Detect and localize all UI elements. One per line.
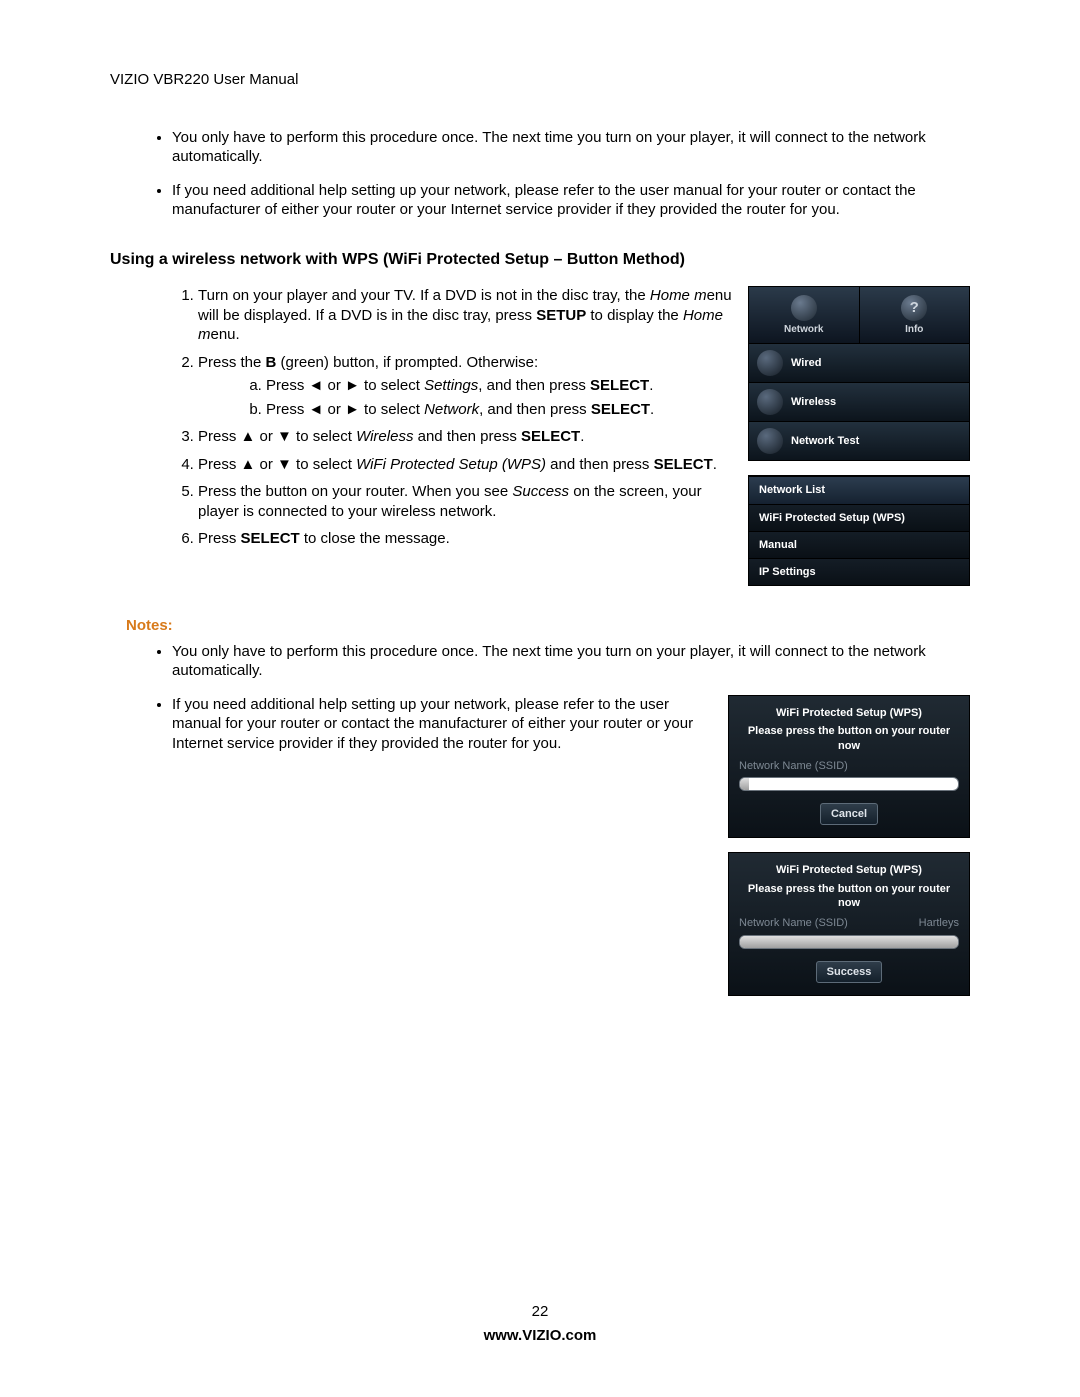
t: Press the [198,354,266,371]
top-bullet-list: You only have to perform this procedure … [172,128,970,220]
progress-bar [739,935,959,949]
t: Press ◄ or ► to select [266,401,424,418]
dialog-title: WiFi Protected Setup (WPS) [739,863,959,877]
t: SELECT [591,401,650,418]
step-6: Press SELECT to close the message. [198,529,732,549]
ssid-label: Network Name (SSID) [739,759,848,773]
t: Turn on your player and your TV. If a DV… [198,287,650,304]
menu-tab-info[interactable]: ? Info [860,287,970,343]
tab-label: Network [784,323,823,336]
screenshot-wps-success: WiFi Protected Setup (WPS) Please press … [728,852,970,995]
list-item-networklist[interactable]: Network List [749,476,969,503]
list-item-ipsettings[interactable]: IP Settings [749,558,969,585]
t: Press [198,530,241,547]
steps-list: Turn on your player and your TV. If a DV… [198,286,732,549]
screenshot-wireless-list: Network List WiFi Protected Setup (WPS) … [748,475,970,586]
step-4: Press ▲ or ▼ to select WiFi Protected Se… [198,455,732,475]
step-1: Turn on your player and your TV. If a DV… [198,286,732,345]
t: SELECT [521,428,580,445]
t: . [649,377,653,394]
notes-heading: Notes: [126,616,970,636]
t: enu. [211,326,240,343]
wireless-icon [757,389,783,415]
row-label: Wired [791,356,821,370]
section-heading: Using a wireless network with WPS (WiFi … [110,250,970,271]
cancel-button[interactable]: Cancel [820,803,878,825]
notes-bullet-1: You only have to perform this procedure … [172,642,970,681]
tab-label: Info [905,323,923,336]
step-2a: Press ◄ or ► to select Settings, and the… [266,376,732,396]
notes-bullet-2: If you need additional help setting up y… [172,695,712,754]
t: SELECT [654,456,713,473]
step-5: Press the button on your router. When yo… [198,482,732,521]
t: Press ◄ or ► to select [266,377,424,394]
screenshot-wps-cancel: WiFi Protected Setup (WPS) Please press … [728,695,970,838]
t: to display the [586,307,683,324]
globe-icon [791,295,817,321]
menu-row-wired[interactable]: Wired [749,343,969,382]
step-2b: Press ◄ or ► to select Network, and then… [266,400,732,420]
t: and then press [546,456,654,473]
t: Press the button on your router. When yo… [198,483,512,500]
t: SETUP [536,307,586,324]
notes-bullet-list: You only have to perform this procedure … [172,642,970,681]
dialog-subtitle: Please press the button on your router n… [739,882,959,911]
t: Success [512,483,569,500]
step-2: Press the B (green) button, if prompted.… [198,353,732,420]
menu-row-wireless[interactable]: Wireless [749,382,969,421]
ssid-value: Hartleys [919,916,959,930]
doc-header: VIZIO VBR220 User Manual [110,70,970,90]
progress-bar [739,777,959,791]
t: Press ▲ or ▼ to select [198,456,356,473]
top-bullet-1: You only have to perform this procedure … [172,128,970,167]
t: SELECT [590,377,649,394]
question-icon: ? [901,295,927,321]
t: . [713,456,717,473]
t: . [580,428,584,445]
row-label: Wireless [791,395,836,409]
t: WiFi Protected Setup (WPS) [356,456,546,473]
step-3: Press ▲ or ▼ to select Wireless and then… [198,427,732,447]
success-button[interactable]: Success [816,961,883,983]
ssid-label: Network Name (SSID) [739,916,848,930]
step-2-sublist: Press ◄ or ► to select Settings, and the… [266,376,732,419]
t: Wireless [356,428,413,445]
page: VIZIO VBR220 User Manual You only have t… [0,0,1080,1397]
top-bullet-2: If you need additional help setting up y… [172,181,970,220]
t: , and then press [478,377,590,394]
list-item-wps[interactable]: WiFi Protected Setup (WPS) [749,504,969,531]
network-test-icon [757,428,783,454]
screenshot-network-menu: Network ? Info Wired Wireless Network Te… [748,286,970,461]
dialog-title: WiFi Protected Setup (WPS) [739,706,959,720]
t: (green) button, if prompted. Otherwise: [276,354,538,371]
t: Settings [424,377,478,394]
wired-icon [757,350,783,376]
t: Press ▲ or ▼ to select [198,428,356,445]
t: to close the message. [300,530,450,547]
row-label: Network Test [791,434,859,448]
menu-tab-network[interactable]: Network [749,287,860,343]
t: , and then press [479,401,591,418]
t: and then press [413,428,521,445]
page-number: 22 [0,1302,1080,1322]
t: Home m [650,287,707,304]
t: B [266,354,277,371]
footer-url: www.VIZIO.com [0,1326,1080,1346]
menu-row-networktest[interactable]: Network Test [749,421,969,460]
dialog-subtitle: Please press the button on your router n… [739,724,959,753]
notes-bullet-list-2: If you need additional help setting up y… [172,695,712,754]
t: Network [424,401,479,418]
t: . [650,401,654,418]
t: SELECT [241,530,300,547]
page-footer: 22 www.VIZIO.com [0,1302,1080,1345]
list-item-manual[interactable]: Manual [749,531,969,558]
